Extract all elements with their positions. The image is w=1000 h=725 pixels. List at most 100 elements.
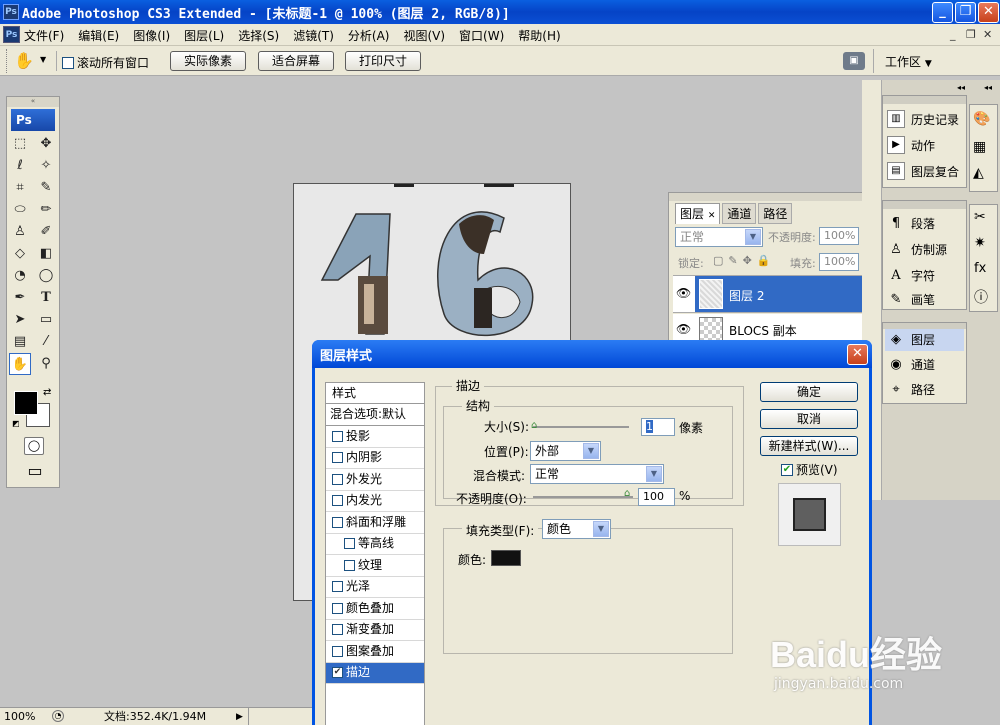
path-selection-icon[interactable]: ➤ [9, 309, 31, 331]
opacity-field[interactable]: 100% [819, 227, 859, 245]
preview-checkbox[interactable]: ✔ [781, 463, 793, 476]
type-tool-icon[interactable]: T [35, 287, 57, 309]
menu-item-3[interactable]: 图层(L) [184, 27, 224, 44]
layer-row[interactable]: 👁 图层 2 [673, 275, 873, 313]
zoom-tool-icon[interactable]: ⚲ [35, 353, 57, 375]
dock-item-actions[interactable]: ▶ 动作 [887, 136, 935, 154]
preview-option[interactable]: ✔ 预览(V) [781, 461, 838, 478]
history-brush-icon[interactable]: ✐ [35, 221, 57, 243]
print-size-button[interactable]: 打印尺寸 [345, 51, 421, 71]
gradient-tool-icon[interactable]: ◧ [35, 243, 57, 265]
new-style-button[interactable]: 新建样式(W)... [760, 436, 858, 456]
style-checkbox[interactable] [332, 581, 343, 593]
histogram-icon[interactable]: ◭ [973, 165, 984, 181]
info-icon[interactable]: ⓘ [974, 287, 988, 307]
tab-channels[interactable]: 通道 [722, 203, 757, 224]
menu-item-2[interactable]: 图像(I) [133, 27, 170, 44]
toolbox-ps-logo[interactable]: Ps [11, 109, 55, 131]
minimize-button[interactable]: _ [932, 2, 953, 23]
pen-tool-icon[interactable]: ✒ [9, 287, 31, 309]
close-icon[interactable]: ✕ [708, 211, 716, 221]
blend-mode-select[interactable]: 正常 ▼ [675, 227, 763, 247]
menu-item-6[interactable]: 分析(A) [348, 27, 390, 44]
style-checkbox[interactable] [344, 538, 355, 550]
magic-wand-icon[interactable]: ✧ [35, 155, 57, 177]
fill-type-select[interactable]: 颜色 ▼ [542, 519, 611, 539]
dock-item-character[interactable]: A 字符 [887, 267, 935, 284]
doc-close-icon[interactable]: ✕ [983, 28, 992, 41]
style-item[interactable]: 投影 [326, 426, 424, 448]
style-checkbox[interactable] [332, 495, 343, 507]
navigator-icon[interactable]: ✷ [974, 235, 986, 251]
document-icon[interactable]: Ps [3, 26, 20, 43]
status-icon[interactable]: ◔ [52, 710, 64, 722]
zoom-level[interactable]: 100% [4, 709, 35, 725]
dock-item-clone-source[interactable]: ♙ 仿制源 [887, 241, 947, 258]
hand-tool-icon[interactable]: ✋ [9, 353, 31, 375]
foreground-color-swatch[interactable] [14, 391, 38, 415]
scroll-all-checkbox[interactable] [62, 56, 74, 69]
notes-tool-icon[interactable]: ▤ [9, 331, 31, 353]
bridge-icon[interactable]: ▣ [843, 52, 865, 70]
doc-minimize-icon[interactable]: _ [950, 28, 956, 41]
doc-restore-icon[interactable]: ❐ [966, 28, 976, 41]
dock-item-paths[interactable]: ⌖ 路径 [887, 381, 935, 398]
menu-item-8[interactable]: 窗口(W) [459, 27, 504, 44]
blur-tool-icon[interactable]: ◔ [9, 265, 31, 287]
toolbox-collapse-grip[interactable]: « [7, 97, 59, 107]
chevron-down-icon[interactable]: ▼ [40, 55, 46, 64]
style-item[interactable]: 内阴影 [326, 448, 424, 469]
menu-item-1[interactable]: 编辑(E) [78, 27, 119, 44]
style-item[interactable]: 纹理 [326, 555, 424, 577]
style-item[interactable]: 颜色叠加 [326, 598, 424, 620]
marquee-tool-icon[interactable]: ⬚ [9, 133, 31, 155]
styles-header[interactable]: 样式 [326, 383, 424, 404]
eyedropper-icon[interactable]: ⁄ [35, 331, 57, 353]
style-checkbox[interactable] [332, 473, 343, 485]
style-checkbox[interactable] [344, 559, 355, 571]
style-checkbox[interactable] [332, 516, 343, 528]
move-tool-icon[interactable]: ✥ [35, 133, 57, 155]
style-item[interactable]: 外发光 [326, 469, 424, 491]
style-item[interactable]: 等高线 [326, 534, 424, 555]
opacity-field[interactable]: 100 [638, 488, 675, 506]
dock-item-paragraph[interactable]: ¶ 段落 [887, 215, 935, 232]
eye-icon[interactable]: 👁 [676, 286, 691, 300]
dodge-tool-icon[interactable]: ◯ [35, 265, 57, 287]
menu-item-7[interactable]: 视图(V) [403, 27, 445, 44]
lasso-tool-icon[interactable]: ℓ [9, 155, 31, 177]
style-checkbox[interactable] [332, 430, 343, 442]
style-checkbox[interactable] [332, 645, 343, 657]
blend-mode-select[interactable]: 正常 ▼ [530, 464, 664, 484]
quick-mask-icon[interactable]: ◯ [24, 437, 44, 455]
style-checkbox[interactable] [332, 624, 343, 636]
size-field[interactable]: 1 [641, 418, 675, 436]
blending-options-item[interactable]: 混合选项:默认 [326, 404, 424, 426]
close-button[interactable]: ✕ [978, 2, 999, 23]
workspace-menu[interactable]: 工作区 ▼ [885, 53, 932, 70]
dialog-close-button[interactable]: ✕ [847, 344, 868, 365]
style-checkbox[interactable] [332, 602, 343, 614]
ok-button[interactable]: 确定 [760, 382, 858, 402]
style-item[interactable]: 渐变叠加 [326, 620, 424, 641]
fit-screen-button[interactable]: 适合屏幕 [258, 51, 334, 71]
opacity-slider[interactable] [533, 496, 633, 498]
collapse-icon[interactable]: ◂◂ [984, 83, 992, 92]
scroll-all-windows-option[interactable]: 滚动所有窗口 [62, 54, 149, 71]
tab-paths[interactable]: 路径 [758, 203, 793, 224]
dock-item-layers[interactable]: ◈ 图层 [887, 331, 935, 348]
panel-grip[interactable] [669, 193, 878, 201]
stroke-color-swatch[interactable] [491, 550, 521, 566]
size-slider-thumb[interactable]: ⌂ [531, 420, 537, 431]
menu-item-9[interactable]: 帮助(H) [518, 27, 560, 44]
healing-brush-icon[interactable]: ⬭ [9, 199, 31, 221]
tools-icon[interactable]: ✂ [974, 209, 986, 225]
menu-item-0[interactable]: 文件(F) [24, 27, 64, 44]
dock-item-history[interactable]: ▥ 历史记录 [887, 110, 959, 128]
tab-layers[interactable]: 图层 ✕ [675, 203, 721, 224]
dock-item-layer-comps[interactable]: ▤ 图层复合 [887, 162, 959, 180]
shape-tool-icon[interactable]: ▭ [35, 309, 57, 331]
dock-item-channels[interactable]: ◉ 通道 [887, 356, 935, 373]
style-checkbox[interactable]: ✔ [332, 667, 343, 679]
style-item[interactable]: 斜面和浮雕 [326, 512, 424, 534]
